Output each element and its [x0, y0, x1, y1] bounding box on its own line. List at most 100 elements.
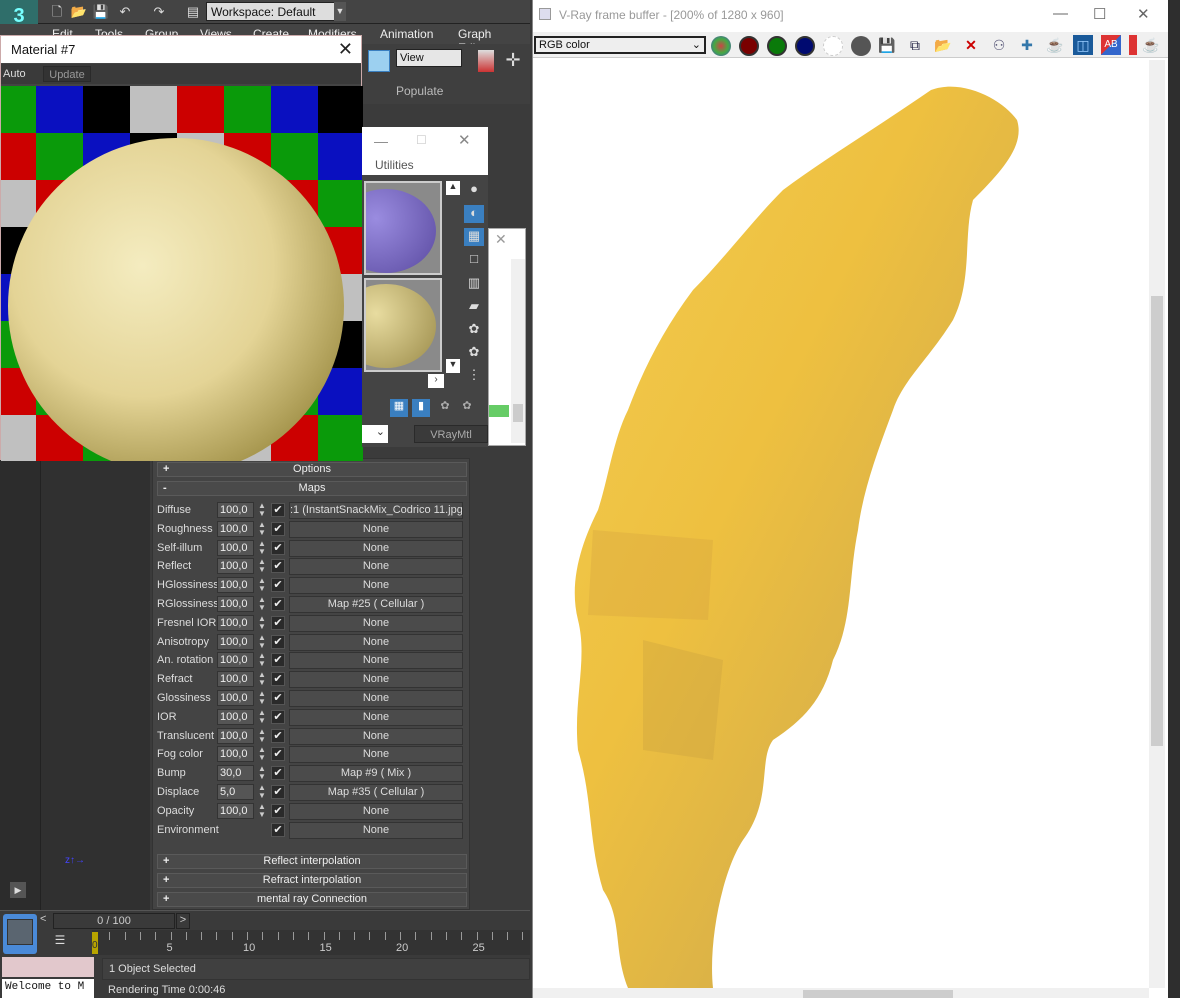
map-enabled-checkbox[interactable]: ✔ — [271, 597, 285, 611]
rollout-options[interactable]: + Options — [157, 462, 467, 477]
make-preview-icon[interactable]: ▰ — [464, 298, 484, 316]
amount-spinner[interactable]: ▲ ▼ — [257, 577, 267, 593]
time-slider-thumb[interactable]: 0 — [92, 932, 98, 954]
select-by-material-icon[interactable]: ✿ — [464, 344, 484, 362]
rgb-channel-icon[interactable] — [711, 36, 731, 56]
amount-spinner[interactable]: ▲ ▼ — [257, 690, 267, 706]
next-frame-button[interactable]: > — [176, 913, 190, 929]
map-enabled-checkbox[interactable]: ✔ — [271, 653, 285, 668]
render-last-icon[interactable]: ☕ — [1045, 35, 1065, 55]
map-slot-button[interactable]: None — [289, 821, 463, 839]
map-amount-input[interactable]: 100,0 — [217, 746, 254, 763]
go-to-parent-icon[interactable]: ✿ — [436, 399, 454, 417]
viewport[interactable]: z↑→ — [40, 460, 150, 910]
amount-spinner[interactable]: ▲ ▼ — [257, 502, 267, 518]
region-render-icon[interactable]: ✚ — [1017, 35, 1037, 55]
timeline-ruler[interactable]: 5 10 15 20 25 — [92, 930, 530, 955]
map-enabled-checkbox[interactable]: ✔ — [271, 766, 285, 781]
options-icon[interactable]: ✿ — [464, 321, 484, 339]
show-map-icon[interactable]: ▦ — [390, 399, 408, 417]
undo-icon[interactable]: ↶ — [116, 3, 134, 21]
map-slot-button[interactable]: None — [289, 614, 463, 632]
map-enabled-checkbox[interactable]: ✔ — [271, 540, 285, 555]
amount-spinner[interactable]: ▲ ▼ — [257, 520, 267, 537]
render-teapot-icon[interactable]: ☕ — [1141, 35, 1161, 55]
map-slot-button[interactable]: Map #9 ( Mix ) — [289, 765, 463, 783]
map-enabled-checkbox[interactable]: ✔ — [271, 691, 285, 705]
map-slot-button[interactable]: None — [289, 558, 463, 576]
clone-frame-buffer-icon[interactable]: ⧉ — [905, 35, 925, 55]
map-enabled-checkbox[interactable]: ✔ — [271, 728, 285, 743]
map-amount-input[interactable]: 100,0 — [217, 652, 254, 669]
map-amount-input[interactable]: 100,0 — [217, 502, 254, 518]
map-amount-input[interactable]: 100,0 — [217, 690, 254, 706]
map-amount-input[interactable]: 100,0 — [217, 802, 254, 819]
amount-spinner[interactable]: ▲ ▼ — [257, 539, 267, 556]
amount-spinner[interactable]: ▲ ▼ — [257, 746, 267, 762]
map-slot-button[interactable]: None — [289, 633, 463, 651]
map-enabled-checkbox[interactable]: ✔ — [271, 634, 285, 649]
amount-spinner[interactable]: ▲ ▼ — [257, 558, 267, 574]
map-slot-button[interactable]: None — [289, 539, 463, 557]
close-icon[interactable]: ✕ — [338, 39, 353, 60]
amount-spinner[interactable]: ▲ ▼ — [257, 596, 267, 612]
map-enabled-checkbox[interactable]: ✔ — [271, 822, 285, 837]
project-icon[interactable]: ▤ — [184, 3, 202, 21]
rollout-refract-interpolation[interactable]: + Refract interpolation — [157, 873, 467, 888]
amount-spinner[interactable]: ▲ ▼ — [257, 708, 267, 725]
map-enabled-checkbox[interactable]: ✔ — [271, 803, 285, 818]
map-slot-button[interactable]: None — [289, 690, 463, 707]
new-file-icon[interactable]: 🗋 — [48, 3, 66, 21]
save-image-icon[interactable]: 💾 — [877, 35, 897, 55]
mono-mode-icon[interactable] — [851, 36, 871, 56]
green-channel-icon[interactable] — [767, 36, 787, 56]
prev-frame-button[interactable]: < — [40, 913, 46, 925]
go-forward-sibling-icon[interactable]: ✿ — [458, 399, 476, 417]
ab-compare-icon[interactable]: AB — [1101, 35, 1121, 55]
map-amount-input[interactable]: 100,0 — [217, 558, 254, 575]
auto-button[interactable]: Auto — [3, 68, 26, 80]
map-enabled-checkbox[interactable]: ✔ — [271, 578, 285, 593]
map-slot-button[interactable]: None — [289, 577, 463, 595]
viewport-layout-icon[interactable] — [3, 914, 37, 954]
map-enabled-checkbox[interactable]: ✔ — [271, 521, 285, 536]
redo-icon[interactable]: ↷ — [150, 3, 168, 21]
minimize-icon[interactable]: — — [1053, 5, 1068, 22]
frame-counter[interactable]: 0 / 100 — [53, 913, 175, 929]
rollout-mental-ray-connection[interactable]: + mental ray Connection — [157, 892, 467, 907]
map-slot-button[interactable]: Map #35 ( Cellular ) — [289, 784, 463, 801]
reference-coordinate-select[interactable]: View — [396, 49, 462, 67]
close-icon[interactable]: ✕ — [1137, 5, 1150, 23]
map-amount-input[interactable]: 5,0 — [217, 784, 254, 800]
close-icon[interactable]: ✕ — [458, 131, 471, 149]
load-image-icon[interactable]: 📂 — [933, 35, 953, 55]
video-color-check-icon[interactable]: ▥ — [464, 275, 484, 293]
history-icon[interactable] — [1129, 35, 1137, 55]
map-slot-button[interactable]: None — [289, 802, 463, 820]
map-slot-button[interactable]: None — [289, 746, 463, 764]
show-end-result-icon[interactable]: ▮ — [412, 399, 430, 417]
toolbar-options-icon[interactable]: ▼ — [334, 2, 346, 21]
rollout-reflect-interpolation[interactable]: + Reflect interpolation — [157, 854, 467, 869]
color-corrections-icon[interactable]: ◫ — [1073, 35, 1093, 55]
amount-spinner[interactable]: ▲ ▼ — [257, 765, 267, 781]
alpha-channel-icon[interactable] — [823, 36, 843, 56]
sample-uv-tiling-icon[interactable]: □ — [464, 251, 484, 269]
maxscript-mini-listener[interactable] — [2, 957, 94, 977]
scroll-right-icon[interactable]: › — [428, 374, 444, 388]
channel-select[interactable]: RGB color ⌄ — [534, 36, 706, 54]
workspace-select[interactable]: Workspace: Default — [206, 2, 336, 21]
sample-slot-active[interactable] — [364, 278, 442, 372]
amount-spinner[interactable]: ▲ ▼ — [257, 727, 267, 744]
map-amount-input[interactable]: 100,0 — [217, 727, 254, 744]
material-navigator-icon[interactable]: ⋮ — [464, 367, 484, 385]
map-slot-button[interactable]: None — [289, 520, 463, 538]
map-amount-input[interactable]: 100,0 — [217, 708, 254, 725]
map-slot-button[interactable]: None — [289, 708, 463, 726]
blue-channel-icon[interactable] — [795, 36, 815, 56]
track-mouse-icon[interactable]: ⚇ — [989, 35, 1009, 55]
minimize-icon[interactable]: — — [374, 133, 388, 149]
horizontal-scrollbar[interactable] — [533, 988, 1149, 998]
amount-spinner[interactable]: ▲ ▼ — [257, 784, 267, 800]
map-amount-input[interactable]: 100,0 — [217, 671, 254, 688]
